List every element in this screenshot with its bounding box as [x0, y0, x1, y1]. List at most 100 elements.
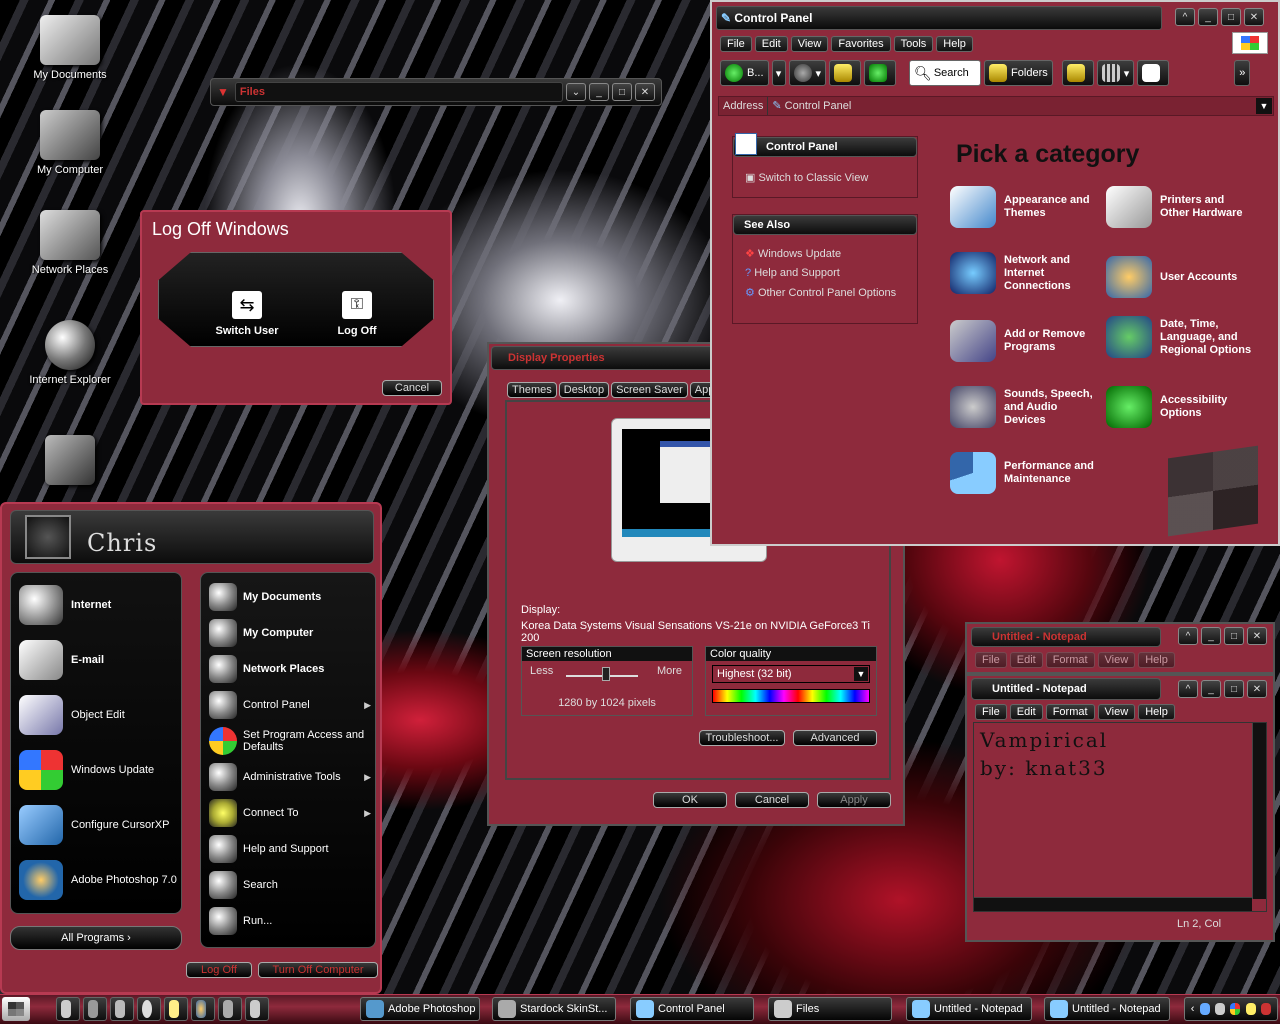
menu-file[interactable]: File: [975, 704, 1007, 720]
maximize-icon[interactable]: □: [612, 83, 632, 101]
horizontal-scrollbar[interactable]: [974, 897, 1252, 911]
pinned-object-edit[interactable]: Object Edit: [11, 687, 181, 742]
menu-edit[interactable]: Edit: [754, 36, 788, 52]
start-log-off-button[interactable]: Log Off: [186, 962, 252, 978]
close-icon[interactable]: ✕: [1247, 627, 1267, 645]
menu-set-program-access[interactable]: Set Program Access and Defaults: [201, 723, 375, 759]
log-off-button[interactable]: ⚿ Log Off: [317, 291, 397, 337]
forward-button[interactable]: ▾: [788, 60, 827, 86]
pinned-cursorxp[interactable]: Configure CursorXP: [11, 797, 181, 852]
files-window[interactable]: ▼ Files ⌄ _ □ ✕: [210, 78, 662, 106]
menu-control-panel[interactable]: Control Panel ▶: [201, 687, 375, 723]
tab-screen-saver[interactable]: Screen Saver: [611, 382, 688, 398]
tray-app-icon[interactable]: [1261, 1003, 1272, 1015]
task-notepad-2[interactable]: Untitled - Notepad: [1044, 997, 1170, 1021]
resolution-slider-thumb[interactable]: [602, 667, 610, 681]
tasks-button[interactable]: [1137, 60, 1170, 86]
menu-edit[interactable]: Edit: [1009, 704, 1043, 720]
task-files[interactable]: Files: [768, 997, 892, 1021]
avatar[interactable]: [25, 515, 71, 559]
category-appearance[interactable]: Appearance and Themes: [950, 186, 1100, 228]
maximize-icon[interactable]: □: [1221, 8, 1241, 26]
turn-off-button[interactable]: Turn Off Computer: [258, 962, 378, 978]
minimize-icon[interactable]: _: [1201, 627, 1221, 645]
category-sounds[interactable]: Sounds, Speech, and Audio Devices: [950, 386, 1100, 428]
see-also-help-support[interactable]: ? Help and Support: [745, 267, 840, 279]
troubleshoot-button[interactable]: Troubleshoot...: [699, 730, 785, 746]
minimize-icon[interactable]: _: [1198, 8, 1218, 26]
category-network[interactable]: Network and Internet Connections: [950, 252, 1100, 294]
address-input[interactable]: ✎ Control Panel: [767, 97, 1256, 115]
task-photoshop[interactable]: Adobe Photoshop: [360, 997, 480, 1021]
menu-my-computer[interactable]: My Computer: [201, 615, 375, 651]
quick-launch-4[interactable]: [137, 997, 161, 1021]
folders-button[interactable]: Folders: [984, 60, 1053, 86]
cancel-button[interactable]: Cancel: [735, 792, 809, 808]
tray-network-icon[interactable]: [1199, 1003, 1210, 1015]
chevron-down-icon[interactable]: ▼: [854, 667, 868, 681]
see-also-other-options[interactable]: ⚙ Other Control Panel Options: [745, 287, 905, 300]
chevron-up-icon[interactable]: ^: [1175, 8, 1195, 26]
category-performance[interactable]: Performance and Maintenance: [950, 452, 1100, 494]
menu-format[interactable]: Format: [1045, 704, 1095, 720]
close-icon[interactable]: ✕: [1247, 680, 1267, 698]
task-notepad-1[interactable]: Untitled - Notepad: [906, 997, 1032, 1021]
task-skinstudio[interactable]: Stardock SkinSt...: [492, 997, 616, 1021]
menu-administrative-tools[interactable]: Administrative Tools ▶: [201, 759, 375, 795]
tab-themes[interactable]: Themes: [507, 382, 557, 398]
category-add-remove[interactable]: Add or Remove Programs: [950, 320, 1100, 362]
quick-launch-3[interactable]: [110, 997, 134, 1021]
menu-tools[interactable]: Tools: [893, 36, 934, 52]
chevron-down-icon[interactable]: ⌄: [566, 83, 586, 101]
notepad-text-area[interactable]: Vampirical by: knat33: [973, 722, 1267, 912]
menu-view[interactable]: View: [1097, 704, 1136, 720]
menu-my-documents[interactable]: My Documents: [201, 579, 375, 615]
chevron-up-icon[interactable]: ^: [1178, 627, 1198, 645]
search-button[interactable]: 🔍︎ Search: [909, 60, 982, 86]
category-user-accounts[interactable]: User Accounts: [1106, 256, 1256, 298]
tray-expand-icon[interactable]: ‹: [1191, 1003, 1195, 1015]
quick-launch-7[interactable]: [218, 997, 242, 1021]
switch-classic-view-link[interactable]: ▣ Switch to Classic View: [745, 171, 868, 184]
desktop-icon-recycle-bin[interactable]: [20, 435, 120, 485]
minimize-icon[interactable]: _: [1201, 680, 1221, 698]
tab-desktop[interactable]: Desktop: [558, 382, 610, 398]
chevron-up-icon[interactable]: ^: [1178, 680, 1198, 698]
toolbar-overflow[interactable]: »: [1234, 60, 1251, 86]
close-icon[interactable]: ✕: [1244, 8, 1264, 26]
category-accessibility[interactable]: Accessibility Options: [1106, 386, 1256, 428]
tray-messenger-icon[interactable]: [1245, 1003, 1256, 1015]
back-button[interactable]: B...: [720, 60, 769, 86]
close-icon[interactable]: ✕: [635, 83, 655, 101]
ok-button[interactable]: OK: [653, 792, 727, 808]
menu-connect-to[interactable]: Connect To ▶: [201, 795, 375, 831]
pinned-windows-update[interactable]: Windows Update: [11, 742, 181, 797]
menu-search[interactable]: Search: [201, 867, 375, 903]
task-control-panel[interactable]: Control Panel: [630, 997, 754, 1021]
quick-launch-5[interactable]: [164, 997, 188, 1021]
desktop-icon-network-places[interactable]: Network Places: [20, 210, 120, 277]
menu-help[interactable]: Help: [1138, 704, 1175, 720]
quick-launch-1[interactable]: [56, 997, 80, 1021]
refresh-button[interactable]: [864, 60, 897, 86]
pinned-photoshop[interactable]: Adobe Photoshop 7.0: [11, 852, 181, 907]
menu-network-places[interactable]: Network Places: [201, 651, 375, 687]
quick-launch-2[interactable]: [83, 997, 107, 1021]
menu-view[interactable]: View: [790, 36, 829, 52]
all-programs-button[interactable]: All Programs ›: [10, 926, 182, 950]
desktop-icon-my-documents[interactable]: My Documents: [20, 15, 120, 82]
pinned-internet[interactable]: Internet: [11, 577, 181, 632]
desktop-icon-internet-explorer[interactable]: Internet Explorer: [20, 320, 120, 387]
views-button[interactable]: ▾: [1096, 60, 1135, 86]
tray-windows-icon[interactable]: [1230, 1003, 1241, 1015]
color-quality-select[interactable]: Highest (32 bit) ▼: [712, 665, 870, 683]
back-dropdown[interactable]: ▾: [771, 60, 786, 86]
desktop-icon-my-computer[interactable]: My Computer: [20, 110, 120, 177]
menu-favorites[interactable]: Favorites: [831, 36, 891, 52]
quick-launch-8[interactable]: [245, 997, 269, 1021]
category-date-time[interactable]: Date, Time, Language, and Regional Optio…: [1106, 316, 1256, 358]
up-folder-button[interactable]: [829, 60, 862, 86]
pinned-email[interactable]: E-mail: [11, 632, 181, 687]
tray-volume-icon[interactable]: [1215, 1003, 1226, 1015]
menu-run[interactable]: Run...: [201, 903, 375, 939]
